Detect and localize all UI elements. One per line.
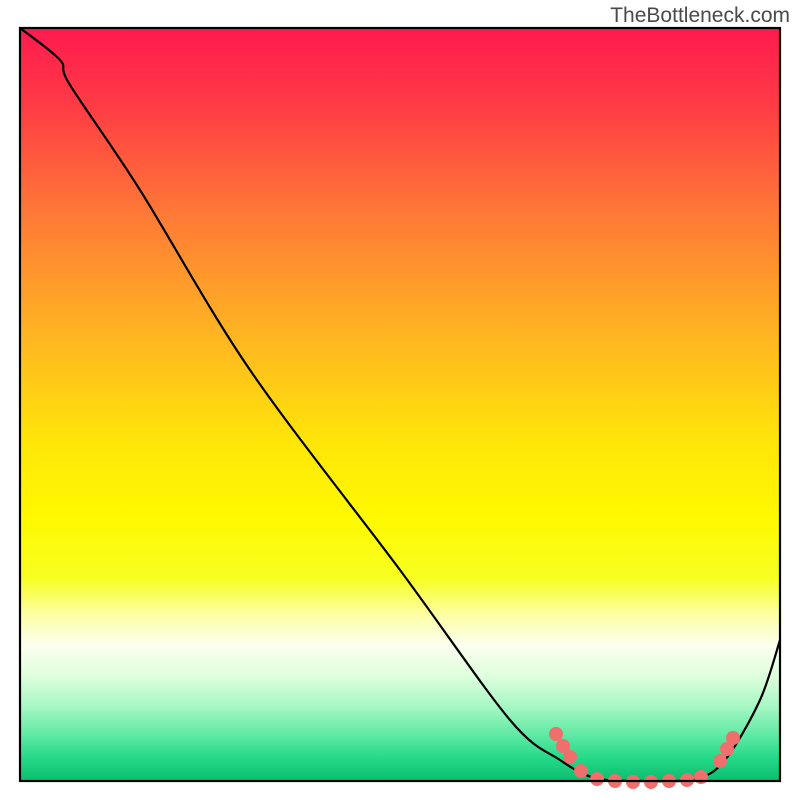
highlight-dot	[590, 772, 604, 786]
highlight-dot	[549, 727, 563, 741]
highlight-dot	[713, 754, 727, 768]
watermark-text: TheBottleneck.com	[610, 4, 790, 28]
chart-container: TheBottleneck.com	[0, 0, 800, 800]
bottleneck-chart	[0, 0, 800, 800]
highlight-dot	[726, 731, 740, 745]
plot-background	[20, 28, 780, 781]
highlight-dot	[574, 764, 588, 778]
highlight-dot	[563, 750, 577, 764]
